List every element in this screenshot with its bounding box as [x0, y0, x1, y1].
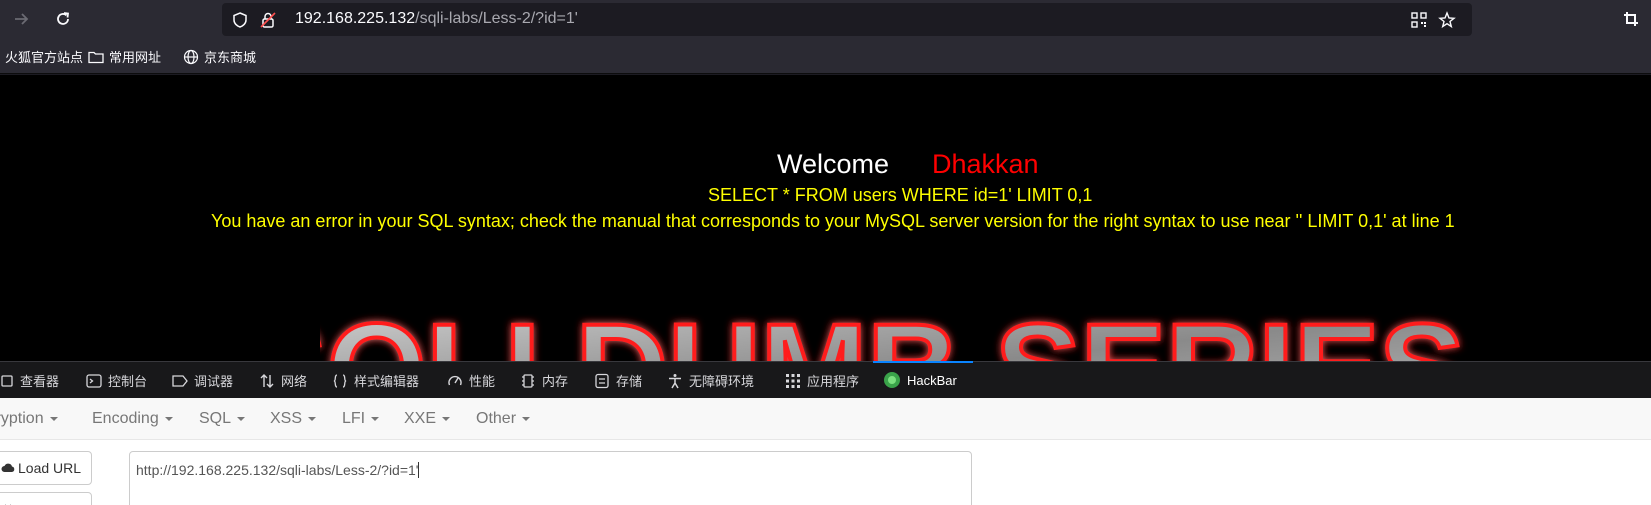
folder-icon [88, 51, 104, 63]
sql-query-text: SELECT * FROM users WHERE id=1' LIMIT 0,… [708, 185, 1093, 205]
caret-down-icon [164, 416, 173, 421]
bookmark-jd[interactable]: 京东商城 [183, 47, 256, 66]
memory-icon [522, 373, 534, 388]
menu-xxe[interactable]: XXE [404, 410, 451, 428]
crop-icon [1624, 12, 1638, 26]
tab-hackbar[interactable]: HackBar [883, 371, 957, 389]
tab-label: HackBar [907, 372, 957, 388]
menu-label: Encoding [92, 410, 159, 427]
menu-xss[interactable]: XSS [270, 410, 317, 428]
reload-icon [57, 12, 70, 25]
menu-sql[interactable]: SQL [199, 410, 246, 428]
caret-down-icon [237, 416, 246, 421]
url-path: /sqli-labs/Less-2/?id=1' [415, 10, 578, 27]
forward-button[interactable] [8, 6, 34, 32]
tab-storage[interactable]: 存储 [594, 371, 642, 390]
caret-down-icon [49, 416, 58, 421]
tab-label: 内存 [542, 374, 569, 389]
accessibility-icon [669, 373, 681, 388]
console-icon [86, 373, 102, 388]
cloud-download-icon [1, 463, 15, 472]
application-icon [786, 373, 800, 388]
hackbar-icon [884, 372, 900, 388]
load-url-button[interactable]: Load URL [0, 451, 92, 485]
devtools-tab-bar: 查看器 控制台 调试器 网络 样式编辑器 性能 内存 存储 无障碍环境 应用程序… [0, 361, 1651, 398]
split-url-button[interactable] [0, 492, 92, 505]
menu-label: LFI [342, 410, 366, 427]
hackbar-url-text: http://192.168.225.132/sqli-labs/Less-2/… [136, 462, 419, 478]
inspector-icon [1, 374, 13, 387]
browser-toolbar: 192.168.225.132/sqli-labs/Less-2/?id=1' [0, 0, 1651, 38]
banner-text: SQLI DUMB SERIES-2 [320, 301, 1500, 361]
tab-label: 控制台 [108, 374, 148, 389]
menu-label: XXE [404, 410, 437, 427]
tab-debugger[interactable]: 调试器 [172, 371, 233, 390]
load-url-label: Load URL [18, 460, 82, 476]
welcome-text: Welcome [777, 149, 890, 179]
reload-button[interactable] [50, 6, 76, 32]
url-text[interactable]: 192.168.225.132/sqli-labs/Less-2/?id=1' [295, 10, 578, 28]
url-bar[interactable]: 192.168.225.132/sqli-labs/Less-2/?id=1' [222, 3, 1472, 36]
hackbar-menu: Encryption Encoding SQL XSS LFI XXE Othe… [0, 398, 1651, 440]
tab-label: 性能 [469, 374, 496, 389]
tab-label: 调试器 [194, 374, 234, 389]
menu-label: Encryption [0, 410, 44, 427]
qr-code-icon[interactable] [1409, 10, 1429, 30]
active-tab-indicator [873, 361, 973, 363]
tab-performance[interactable]: 性能 [447, 371, 495, 390]
bookmarks-bar: 火狐官方站点 常用网址 京东商城 [0, 38, 1651, 74]
caret-down-icon [371, 416, 380, 421]
bookmark-firefox[interactable]: 火狐官方站点 [0, 47, 83, 66]
shield-icon[interactable] [230, 10, 250, 30]
page-content: Welcome Dhakkan SELECT * FROM users WHER… [0, 75, 1651, 361]
tab-label: 无障碍环境 [689, 374, 755, 389]
storage-icon [595, 373, 609, 388]
menu-label: Other [476, 410, 517, 427]
globe-icon [183, 49, 199, 64]
hackbar-url-input[interactable]: http://192.168.225.132/sqli-labs/Less-2/… [129, 451, 972, 505]
tab-network[interactable]: 网络 [259, 371, 307, 390]
debugger-icon [172, 374, 188, 387]
menu-lfi[interactable]: LFI [342, 410, 380, 428]
text-cursor [418, 462, 420, 478]
tab-label: 应用程序 [807, 374, 860, 389]
menu-label: XSS [270, 410, 303, 427]
username-text: Dhakkan [932, 149, 1039, 179]
bookmark-label: 火狐官方站点 [5, 50, 84, 65]
tab-label: 网络 [281, 374, 308, 389]
tab-label: 存储 [616, 374, 643, 389]
tab-memory[interactable]: 内存 [520, 371, 568, 390]
menu-encoding[interactable]: Encoding [92, 410, 173, 428]
caret-down-icon [522, 416, 531, 421]
crop-button[interactable] [1618, 6, 1644, 32]
bookmark-label: 常用网址 [109, 50, 162, 65]
url-host: 192.168.225.132 [295, 10, 416, 27]
menu-label: SQL [199, 410, 232, 427]
tab-style-editor[interactable]: 样式编辑器 [332, 371, 419, 390]
tab-accessibility[interactable]: 无障碍环境 [667, 371, 754, 390]
series-banner-image: SQLI DUMB SERIES-2 [320, 301, 1500, 361]
menu-other[interactable]: Other [476, 410, 531, 428]
sql-error-text: You have an error in your SQL syntax; ch… [211, 211, 1455, 231]
performance-icon [448, 375, 462, 385]
tab-console[interactable]: 控制台 [86, 371, 147, 390]
caret-down-icon [308, 416, 317, 421]
hackbar-panel: Encryption Encoding SQL XSS LFI XXE Othe… [0, 398, 1651, 505]
arrow-right-icon [15, 13, 29, 25]
caret-down-icon [442, 416, 451, 421]
tab-label: 查看器 [20, 374, 60, 389]
style-editor-icon [333, 373, 347, 388]
menu-encryption[interactable]: Encryption [0, 410, 58, 428]
network-icon [260, 373, 274, 388]
tab-application[interactable]: 应用程序 [785, 371, 859, 390]
tab-label: 样式编辑器 [354, 374, 420, 389]
tab-inspector[interactable]: 查看器 [0, 371, 59, 390]
insecure-lock-icon[interactable] [258, 10, 278, 30]
bookmark-label: 京东商城 [204, 50, 257, 65]
bookmark-common-sites[interactable]: 常用网址 [88, 47, 161, 66]
bookmark-star-icon[interactable] [1437, 10, 1457, 30]
